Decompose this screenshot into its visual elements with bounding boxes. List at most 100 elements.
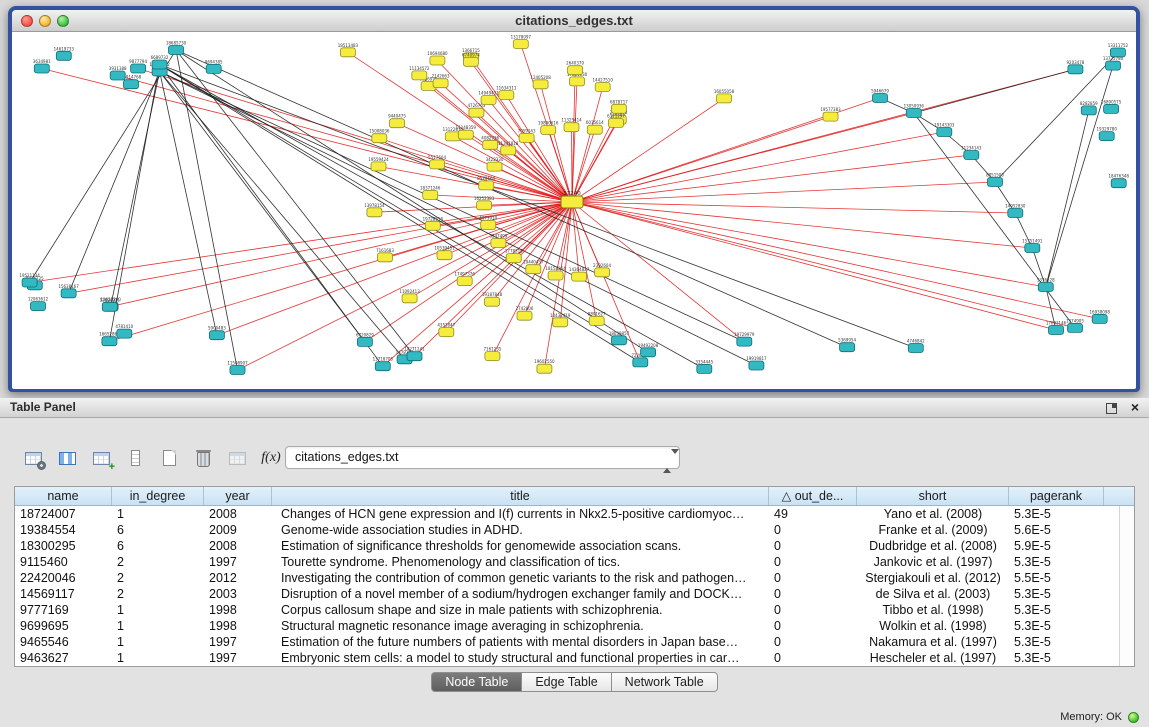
- graph-node[interactable]: [737, 337, 752, 346]
- graph-node[interactable]: [169, 46, 184, 55]
- graph-node[interactable]: [469, 108, 484, 117]
- table-row[interactable]: 911546021997Tourette syndrome. Phenomeno…: [15, 554, 1134, 570]
- graph-edge[interactable]: [572, 202, 579, 277]
- graph-node[interactable]: [611, 104, 626, 113]
- graph-node[interactable]: [633, 358, 648, 367]
- graph-node[interactable]: [1099, 132, 1114, 141]
- table-row[interactable]: 977716911998Corpus callosum shape and si…: [15, 602, 1134, 618]
- column-header-in_degree[interactable]: in_degree: [112, 487, 204, 505]
- graph-node[interactable]: [390, 119, 405, 128]
- graph-node[interactable]: [402, 294, 417, 303]
- graph-node[interactable]: [587, 125, 602, 134]
- graph-node[interactable]: [499, 91, 514, 100]
- graph-edge[interactable]: [572, 202, 1075, 328]
- graph-node[interactable]: [209, 331, 224, 340]
- graph-edge[interactable]: [572, 202, 1046, 287]
- table-row[interactable]: 969969511998Structural magnetic resonanc…: [15, 618, 1134, 634]
- graph-node[interactable]: [110, 71, 125, 80]
- graph-edge[interactable]: [572, 155, 971, 202]
- graph-node[interactable]: [517, 311, 532, 320]
- graph-edge[interactable]: [572, 202, 640, 362]
- graph-node[interactable]: [206, 64, 221, 73]
- column-header-name[interactable]: name: [15, 487, 112, 505]
- graph-node[interactable]: [423, 190, 438, 199]
- graph-node[interactable]: [481, 220, 496, 229]
- graph-node[interactable]: [102, 337, 117, 346]
- table-selector-dropdown[interactable]: citations_edges.txt: [285, 446, 680, 469]
- graph-node[interactable]: [595, 268, 610, 277]
- graph-node[interactable]: [124, 80, 139, 89]
- graph-node[interactable]: [908, 344, 923, 353]
- graph-edge[interactable]: [572, 202, 1015, 213]
- zoom-button[interactable]: [57, 15, 69, 27]
- graph-node[interactable]: [572, 272, 587, 281]
- graph-node[interactable]: [425, 221, 440, 230]
- graph-edge[interactable]: [572, 202, 597, 321]
- graph-node[interactable]: [372, 134, 387, 143]
- column-header-out_de[interactable]: △ out_de...: [769, 487, 857, 505]
- graph-node[interactable]: [541, 126, 556, 135]
- graph-node[interactable]: [519, 133, 534, 142]
- graph-edge[interactable]: [160, 65, 620, 341]
- graph-node[interactable]: [1068, 323, 1083, 332]
- close-button[interactable]: [21, 15, 33, 27]
- graph-node[interactable]: [1049, 326, 1064, 335]
- graph-node[interactable]: [412, 71, 427, 80]
- graph-node[interactable]: [485, 352, 500, 361]
- graph-edge[interactable]: [914, 69, 1076, 113]
- graph-node[interactable]: [513, 40, 528, 49]
- import-table-icon[interactable]: [86, 445, 116, 471]
- graph-node[interactable]: [31, 302, 46, 311]
- table-row[interactable]: 1872400712008Changes of HCN gene express…: [15, 506, 1134, 522]
- graph-node[interactable]: [570, 77, 585, 86]
- graph-node[interactable]: [964, 151, 979, 160]
- graph-node[interactable]: [873, 94, 888, 103]
- table-options-icon[interactable]: [18, 445, 48, 471]
- graph-node[interactable]: [102, 302, 117, 311]
- graph-edge[interactable]: [160, 72, 757, 366]
- table-row[interactable]: 1830029562008Estimation of significance …: [15, 538, 1134, 554]
- graph-node[interactable]: [526, 265, 541, 274]
- table-row[interactable]: 1456911722003Disruption of a novel membe…: [15, 586, 1134, 602]
- graph-node[interactable]: [1008, 209, 1023, 218]
- graph-edge[interactable]: [572, 132, 944, 202]
- row-tools-icon[interactable]: [120, 445, 150, 471]
- tab-network-table[interactable]: Network Table: [612, 672, 718, 692]
- graph-node[interactable]: [56, 51, 71, 60]
- new-table-icon[interactable]: [154, 445, 184, 471]
- graph-node[interactable]: [1081, 106, 1096, 115]
- graph-node[interactable]: [371, 162, 386, 171]
- column-header-pagerank[interactable]: pagerank: [1009, 487, 1104, 505]
- graph-edge[interactable]: [160, 72, 217, 336]
- float-panel-icon[interactable]: [1106, 403, 1117, 414]
- graph-node[interactable]: [568, 66, 583, 75]
- graph-node[interactable]: [407, 352, 422, 361]
- graph-node[interactable]: [553, 318, 568, 327]
- graph-node[interactable]: [457, 277, 472, 286]
- graph-node[interactable]: [479, 181, 494, 190]
- graph-node[interactable]: [463, 57, 478, 66]
- graph-edge[interactable]: [556, 202, 572, 276]
- graph-edge[interactable]: [572, 202, 1032, 248]
- graph-node[interactable]: [612, 336, 627, 345]
- graph-edge[interactable]: [544, 202, 572, 369]
- graph-node[interactable]: [501, 146, 516, 155]
- graph-node[interactable]: [375, 362, 390, 371]
- tab-edge-table[interactable]: Edge Table: [522, 672, 611, 692]
- graph-edge[interactable]: [111, 202, 572, 307]
- graph-node[interactable]: [561, 196, 583, 208]
- graph-node[interactable]: [537, 364, 552, 373]
- graph-edge[interactable]: [176, 50, 238, 370]
- graph-node[interactable]: [152, 60, 167, 69]
- graph-node[interactable]: [717, 94, 732, 103]
- graph-node[interactable]: [1111, 179, 1126, 188]
- table-row[interactable]: 946554611997Estimation of the future num…: [15, 634, 1134, 650]
- graph-node[interactable]: [367, 208, 382, 217]
- graph-edge[interactable]: [1046, 110, 1089, 287]
- network-canvas[interactable]: 2392604143648271815426419440437177831532…: [12, 32, 1136, 389]
- graph-node[interactable]: [1025, 244, 1040, 253]
- graph-node[interactable]: [548, 271, 563, 280]
- graph-node[interactable]: [1106, 61, 1121, 70]
- table-row[interactable]: 946362711997Embryonic stem cells: a mode…: [15, 650, 1134, 666]
- graph-edge[interactable]: [109, 202, 572, 341]
